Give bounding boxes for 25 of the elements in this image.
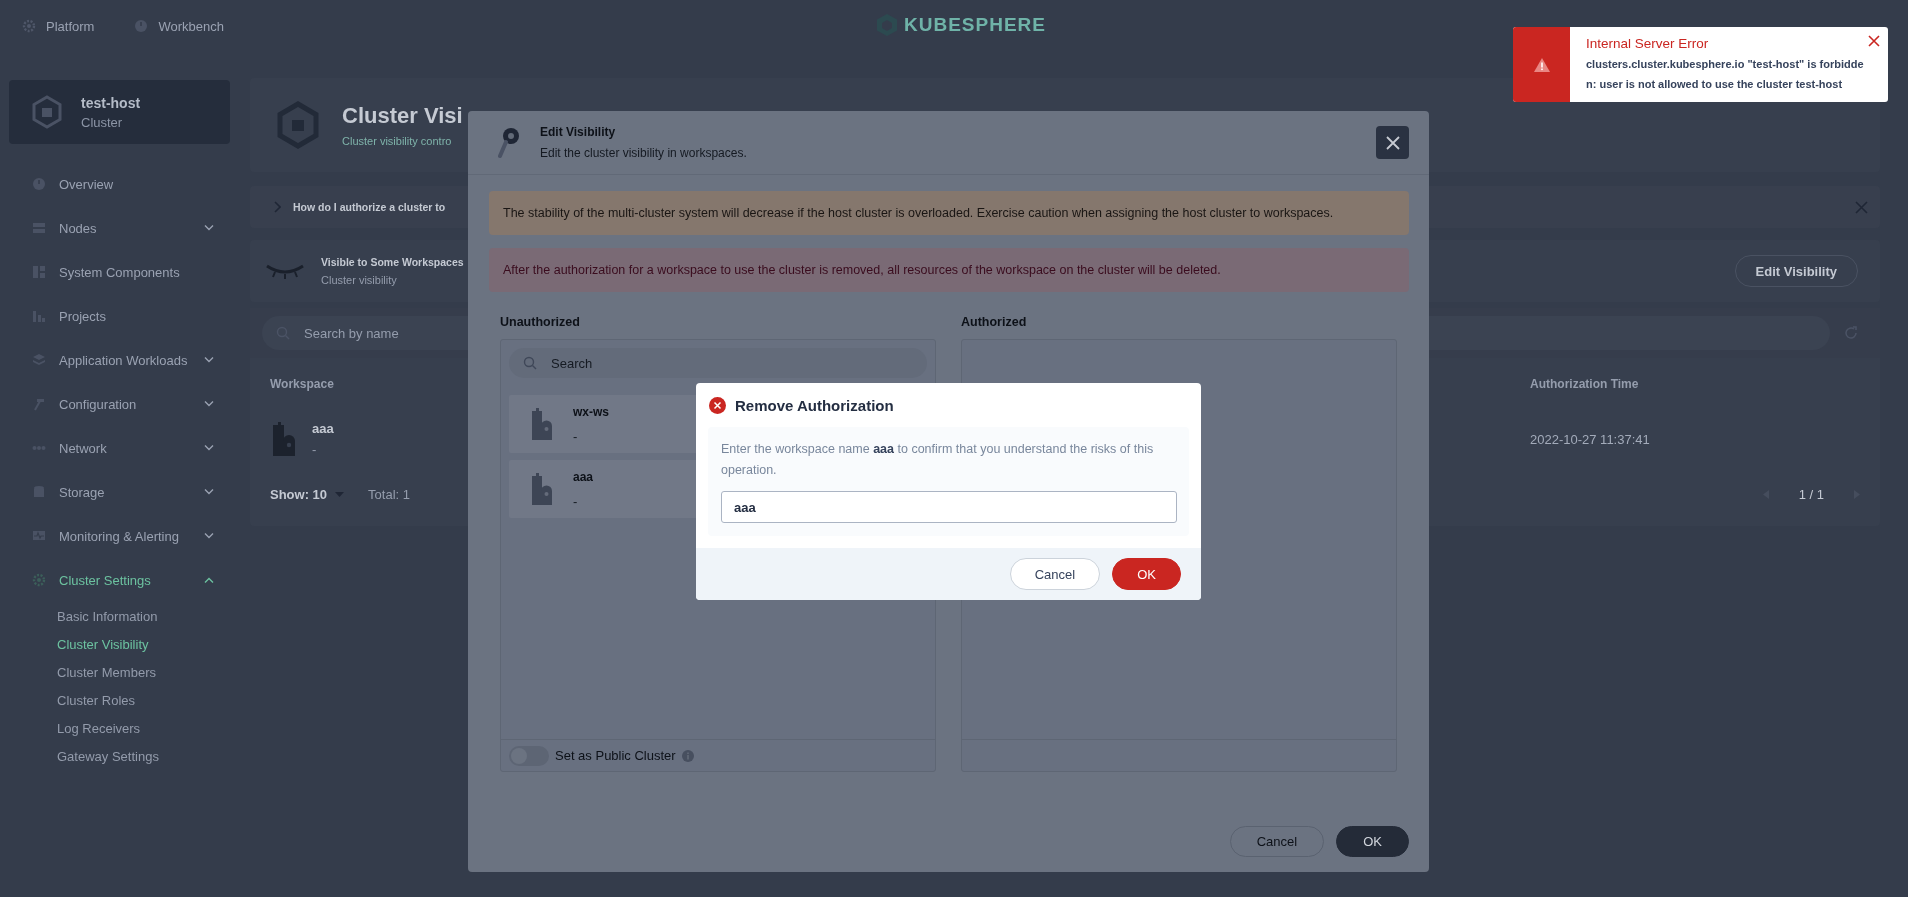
cluster-name: test-host xyxy=(81,94,141,111)
column-header: Workspace xyxy=(270,377,334,391)
panel-label: Authorized xyxy=(961,315,1028,329)
table-cell: 2022-10-27 11:37:41 xyxy=(1530,431,1650,447)
logo-text: KUBESPHERE xyxy=(904,14,1046,36)
warning-alert: The stability of the multi-cluster system will decrease if the host cluster is overloaded. Exercise caution when assigning the host cluster to workspaces. xyxy=(489,191,1409,235)
modal-title: Edit Visibility xyxy=(540,125,617,139)
column-header: Authorization Time xyxy=(1530,377,1639,391)
page-description: Cluster visibility contro xyxy=(342,135,453,147)
panel-label: Unauthorized xyxy=(500,315,581,329)
page-indicator: 1 / 1 xyxy=(1798,486,1824,502)
page-title: Cluster Visi xyxy=(342,103,463,129)
cluster-type: Cluster xyxy=(81,114,124,130)
toggle-label: Set as Public Cluster xyxy=(555,748,676,763)
dialog-title: Remove Authorization xyxy=(735,396,894,414)
help-text: How do I authorize a cluster to xyxy=(293,201,446,213)
toast-title: Internal Server Error xyxy=(1586,36,1709,51)
modal-description: Edit the cluster visibility in workspaces. xyxy=(540,146,747,160)
total-count: Total: 1 xyxy=(368,486,410,502)
dialog-message: Enter the workspace name aaa to confirm that you understand the risks of this operation. xyxy=(721,441,1155,479)
visibility-subtitle: Cluster visibility xyxy=(321,274,398,286)
workspace-description: - xyxy=(312,442,318,457)
toast-message: clusters.cluster.kubesphere.io "test-host" is forbidden: user is not allowed to use the cluster test-host xyxy=(1586,57,1865,92)
visibility-title: Visible to Some Workspaces xyxy=(321,256,465,268)
error-alert: After the authorization for a workspace to use the cluster is removed, all resources of the workspace on the cluster will be deleted. xyxy=(489,248,1409,292)
